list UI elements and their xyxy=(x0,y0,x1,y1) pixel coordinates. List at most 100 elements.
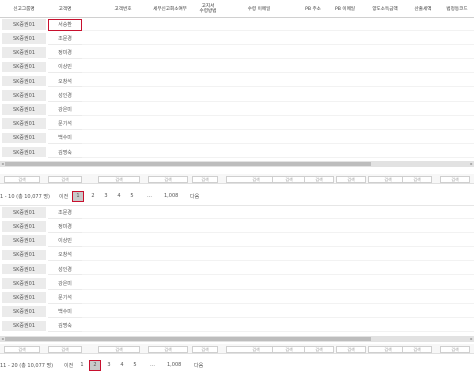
customer-name-cell[interactable]: 오창석 xyxy=(48,249,82,262)
column-filter-input[interactable]: 검색 xyxy=(336,175,366,183)
customer-name-cell[interactable]: 정미경 xyxy=(48,221,82,233)
pager-page-1[interactable]: 1 xyxy=(72,190,84,202)
col-header-notice-method[interactable]: 고지서 수령방법 xyxy=(194,0,222,18)
customer-name-cell[interactable]: 성인경 xyxy=(48,263,82,276)
column-filter-input[interactable]: 검색 xyxy=(148,175,188,183)
customer-name-cell[interactable]: 이상민 xyxy=(48,61,82,74)
pager-page-5[interactable]: 5 xyxy=(127,193,137,199)
group-name-cell[interactable]: SK증권01 xyxy=(2,306,46,318)
group-name-cell[interactable]: SK증권01 xyxy=(2,235,46,247)
col-header-group[interactable]: 신고그룹명 xyxy=(2,0,46,18)
scroll-right-icon[interactable]: ▸ xyxy=(469,336,474,342)
group-name-cell[interactable]: SK증권01 xyxy=(2,132,46,145)
table-row[interactable]: SK증권01 문기석 xyxy=(0,118,474,130)
scroll-thumb[interactable] xyxy=(5,337,371,341)
group-name-cell[interactable]: SK증권01 xyxy=(2,90,46,102)
column-filter-input[interactable]: 검색 xyxy=(98,345,140,353)
group-name-cell[interactable]: SK증권01 xyxy=(2,19,46,31)
customer-name-cell[interactable]: 강은미 xyxy=(48,104,82,116)
customer-name-cell[interactable]: 조문경 xyxy=(48,33,82,45)
column-filter-input[interactable]: 검색 xyxy=(192,175,218,183)
pager-last-page[interactable]: 1,008 xyxy=(164,193,178,199)
col-header-transfer-income[interactable]: 양도소득금액 xyxy=(364,0,406,18)
group-name-cell[interactable]: SK증권01 xyxy=(2,320,46,333)
pager-page-5[interactable]: 5 xyxy=(130,362,140,368)
col-header-legal-code[interactable]: 법정동코드 xyxy=(440,0,474,18)
table-row[interactable]: SK증권01 강은미 xyxy=(0,278,474,290)
column-filter-input[interactable]: 검색 xyxy=(272,175,306,183)
customer-name-cell[interactable]: 김명숙 xyxy=(48,320,82,333)
scroll-right-icon[interactable]: ▸ xyxy=(469,161,474,167)
customer-name-cell[interactable]: 정미경 xyxy=(48,47,82,59)
table-row[interactable]: SK증권01 오창석 xyxy=(0,249,474,262)
col-header-customer[interactable]: 고객명 xyxy=(48,0,82,18)
pager-page-3[interactable]: 3 xyxy=(101,193,111,199)
table-row[interactable]: SK증권01 조문경 xyxy=(0,207,474,219)
column-filter-input[interactable]: 검색 xyxy=(402,175,432,183)
grid-1-scrollbar[interactable]: ◂ ▸ xyxy=(0,161,474,167)
col-header-email[interactable]: 수령 이메일 xyxy=(224,0,294,18)
group-name-cell[interactable]: SK증권01 xyxy=(2,104,46,116)
group-name-cell[interactable]: SK증권01 xyxy=(2,47,46,59)
group-name-cell[interactable]: SK증권01 xyxy=(2,249,46,262)
pager-page-4[interactable]: 4 xyxy=(114,193,124,199)
pager-prev-button[interactable]: 이전 xyxy=(59,193,68,200)
customer-name-cell[interactable]: 오창석 xyxy=(48,75,82,88)
column-filter-input[interactable]: 검색 xyxy=(4,175,40,183)
group-name-cell[interactable]: SK증권01 xyxy=(2,75,46,88)
customer-name-cell[interactable]: 김명숙 xyxy=(48,146,82,159)
column-filter-input[interactable]: 검색 xyxy=(192,345,218,353)
pager-last-page[interactable]: 1,008 xyxy=(167,362,181,368)
customer-name-cell[interactable]: 문기석 xyxy=(48,118,82,130)
customer-name-cell[interactable]: 백수미 xyxy=(48,306,82,318)
column-filter-input[interactable]: 검색 xyxy=(304,345,334,353)
pager-next-button[interactable]: 다음 xyxy=(194,362,203,369)
table-row[interactable]: SK증권01 조문경 xyxy=(0,33,474,45)
table-row[interactable]: SK증권01 백수미 xyxy=(0,306,474,318)
table-row[interactable]: SK증권01 성인경 xyxy=(0,90,474,102)
table-row[interactable]: SK증권01 백수미 xyxy=(0,132,474,145)
column-filter-input[interactable]: 검색 xyxy=(4,345,40,353)
table-row[interactable]: SK증권01 서승환 xyxy=(0,19,474,31)
customer-name-cell[interactable]: 백수미 xyxy=(48,132,82,145)
group-name-cell[interactable]: SK증권01 xyxy=(2,263,46,276)
column-filter-input[interactable]: 검색 xyxy=(336,345,366,353)
customer-name-cell[interactable]: 서승환 xyxy=(48,19,82,31)
column-filter-input[interactable]: 검색 xyxy=(440,345,470,353)
group-name-cell[interactable]: SK증권01 xyxy=(2,278,46,290)
group-name-cell[interactable]: SK증권01 xyxy=(2,146,46,159)
group-name-cell[interactable]: SK증권01 xyxy=(2,118,46,130)
pager-page-2[interactable]: 2 xyxy=(89,359,101,371)
pager-page-3[interactable]: 3 xyxy=(104,362,114,368)
column-filter-input[interactable]: 검색 xyxy=(440,175,470,183)
column-filter-input[interactable]: 검색 xyxy=(148,345,188,353)
column-filter-input[interactable]: 검색 xyxy=(304,175,334,183)
table-row[interactable]: SK증권01 이상민 xyxy=(0,235,474,247)
group-name-cell[interactable]: SK증권01 xyxy=(2,61,46,74)
column-filter-input[interactable]: 검색 xyxy=(48,175,82,183)
customer-name-cell[interactable]: 이상민 xyxy=(48,235,82,247)
group-name-cell[interactable]: SK증권01 xyxy=(2,292,46,304)
column-filter-input[interactable]: 검색 xyxy=(402,345,432,353)
column-filter-input[interactable]: 검색 xyxy=(272,345,306,353)
col-header-pb-email[interactable]: PB 이메일 xyxy=(328,0,362,18)
column-filter-input[interactable]: 검색 xyxy=(98,175,140,183)
group-name-cell[interactable]: SK증권01 xyxy=(2,207,46,219)
table-row[interactable]: SK증권01 오창석 xyxy=(0,75,474,88)
pager-page-1[interactable]: 1 xyxy=(77,362,87,368)
column-filter-input[interactable]: 검색 xyxy=(48,345,82,353)
pager-next-button[interactable]: 다음 xyxy=(190,193,199,200)
scroll-thumb[interactable] xyxy=(5,162,371,166)
table-row[interactable]: SK증권01 정미경 xyxy=(0,221,474,233)
pager-page-2[interactable]: 2 xyxy=(88,193,98,199)
table-row[interactable]: SK증권01 성인경 xyxy=(0,263,474,276)
customer-name-cell[interactable]: 성인경 xyxy=(48,90,82,102)
col-header-calculated-tax[interactable]: 산출세액 xyxy=(408,0,438,18)
customer-name-cell[interactable]: 강은미 xyxy=(48,278,82,290)
table-row[interactable]: SK증권01 김명숙 xyxy=(0,320,474,333)
grid-2-scrollbar[interactable]: ◂ ▸ xyxy=(0,336,474,342)
customer-name-cell[interactable]: 문기석 xyxy=(48,292,82,304)
group-name-cell[interactable]: SK증권01 xyxy=(2,221,46,233)
table-row[interactable]: SK증권01 이상민 xyxy=(0,61,474,74)
pager-page-4[interactable]: 4 xyxy=(117,362,127,368)
